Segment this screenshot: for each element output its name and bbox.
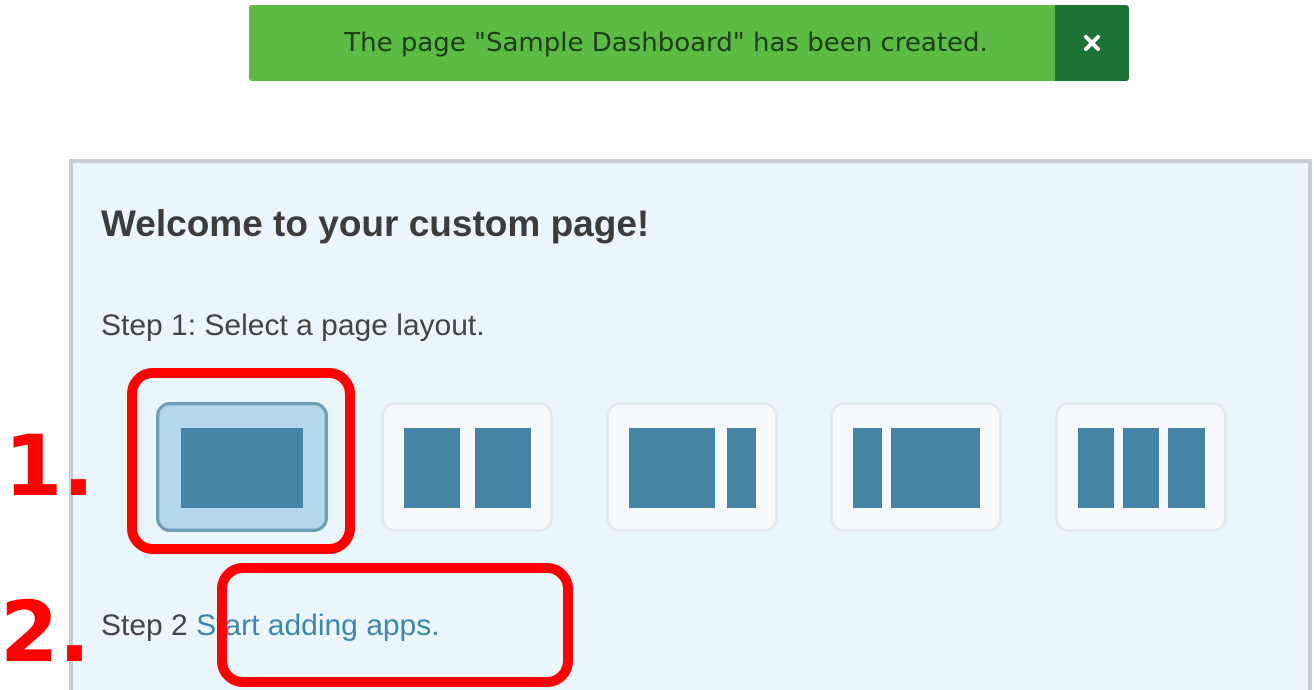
layout-option-two-equal-columns[interactable]: [381, 402, 553, 532]
annotation-box-2: [217, 563, 573, 687]
notification-close-button[interactable]: [1055, 5, 1129, 81]
layout-column: [1168, 428, 1205, 508]
layout-column: [891, 428, 980, 508]
notification-message: The page "Sample Dashboard" has been cre…: [249, 5, 1055, 81]
layout-option-wide-left-narrow-right[interactable]: [606, 402, 778, 532]
layout-option-narrow-left-wide-right[interactable]: [830, 402, 1002, 532]
layout-column: [1078, 428, 1114, 508]
layout-column: [629, 428, 715, 508]
layout-column: [404, 428, 460, 508]
layout-column: [1123, 428, 1159, 508]
page: The page "Sample Dashboard" has been cre…: [0, 0, 1314, 690]
step1-instruction: Step 1: Select a page layout.: [101, 309, 485, 342]
close-icon: [1084, 35, 1100, 51]
annotation-label-2: 2.: [0, 583, 91, 681]
annotation-box-1: [127, 368, 355, 554]
success-notification: The page "Sample Dashboard" has been cre…: [249, 5, 1129, 81]
step2-prefix: Step 2: [101, 609, 188, 642]
layout-column: [853, 428, 882, 508]
annotation-label-1: 1.: [4, 417, 95, 515]
layout-option-three-columns[interactable]: [1055, 402, 1227, 532]
layout-column: [475, 428, 531, 508]
panel-title: Welcome to your custom page!: [101, 203, 650, 244]
layout-column: [727, 428, 756, 508]
